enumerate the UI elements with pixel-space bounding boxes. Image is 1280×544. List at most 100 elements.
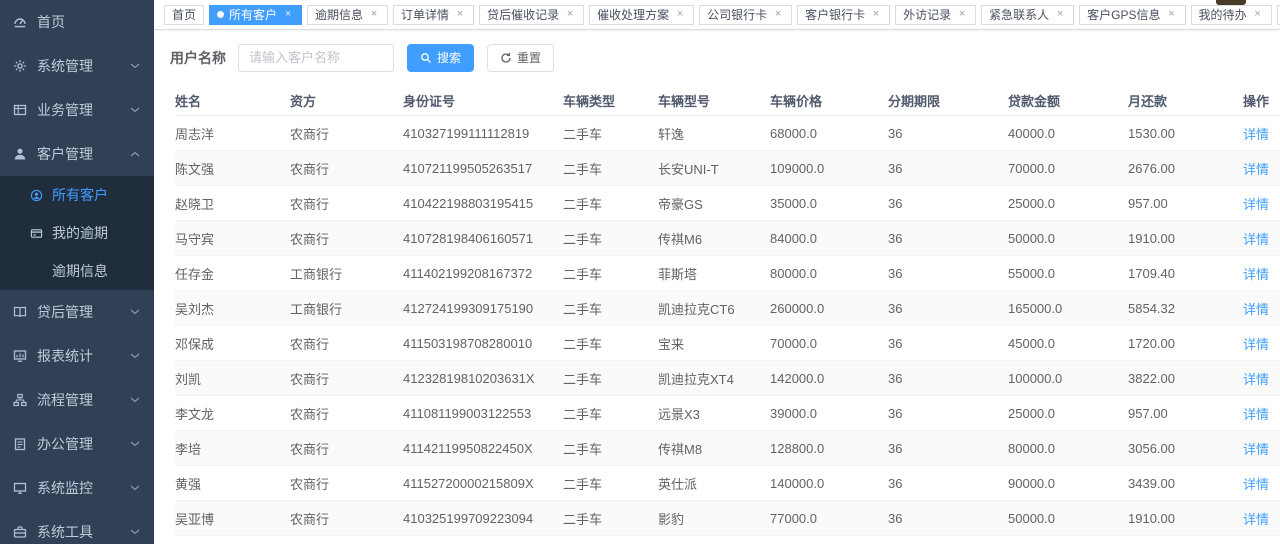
table-cell: 3056.00 [1128, 431, 1243, 466]
sidebar-item[interactable]: 报表统计 [0, 334, 154, 378]
table-cell: 二手车 [563, 431, 658, 466]
table-cell [403, 536, 563, 544]
search-icon [420, 52, 432, 64]
close-icon[interactable]: × [282, 9, 294, 20]
sidebar-item[interactable]: 业务管理 [0, 88, 154, 132]
sidebar-item[interactable]: 流程管理 [0, 378, 154, 422]
tab[interactable]: 逾期信息 × [307, 5, 388, 25]
table-cell: 工商银行 [290, 291, 403, 326]
detail-link[interactable]: 详情 [1243, 442, 1269, 457]
active-dot [217, 11, 224, 18]
sidebar-item-label: 报表统计 [37, 346, 130, 366]
table-cell: 农商行 [290, 221, 403, 256]
table-cell: 二手车 [563, 361, 658, 396]
sidebar-item-label: 办公管理 [37, 434, 130, 454]
close-icon[interactable]: × [564, 9, 576, 20]
close-icon[interactable]: × [1252, 9, 1264, 20]
action-cell: 详情 [1243, 501, 1280, 536]
tab[interactable]: 贷后催收记录 × [479, 5, 584, 25]
table-cell: 410721199505263517 [403, 151, 563, 186]
sidebar-item[interactable]: 客户管理 [0, 132, 154, 176]
detail-link[interactable]: 详情 [1243, 127, 1269, 142]
table-row: 马守宾农商行410728198406160571二手车传祺M684000.036… [175, 221, 1280, 256]
sidebar-item[interactable]: 首页 [0, 0, 154, 44]
sidebar-item[interactable]: 系统监控 [0, 466, 154, 510]
grid-icon [13, 103, 27, 117]
close-icon[interactable]: × [368, 9, 380, 20]
column-header: 资方 [290, 85, 403, 116]
sidebar-item[interactable]: 系统管理 [0, 44, 154, 88]
close-icon[interactable]: × [1166, 9, 1178, 20]
table-cell: 41142119950822450X [403, 431, 563, 466]
sidebar-item[interactable]: 贷后管理 [0, 290, 154, 334]
tab[interactable]: 外访记录× [895, 5, 976, 25]
table-cell: 农商行 [290, 501, 403, 536]
detail-link[interactable]: 详情 [1243, 302, 1269, 317]
table-cell: 凯迪拉克XT4 [658, 361, 770, 396]
sidebar-item[interactable]: 系统工具 [0, 510, 154, 544]
sidebar-submenu-item[interactable]: 我的逾期 [0, 214, 154, 252]
tab[interactable]: 紧急联系人× [981, 5, 1074, 25]
table-cell: 50000.0 [1008, 501, 1128, 536]
table-cell: 英仕派 [658, 466, 770, 501]
detail-link[interactable]: 详情 [1243, 477, 1269, 492]
tab[interactable]: 我的流程× [1277, 5, 1280, 25]
table-cell: 刘凯 [175, 361, 290, 396]
tab[interactable]: 客户GPS信息× [1079, 5, 1185, 25]
close-icon[interactable]: × [454, 9, 466, 20]
tab-label: 贷后催收记录 [487, 6, 559, 23]
user-circle-icon [30, 189, 43, 202]
monitor-icon [13, 481, 27, 495]
table-cell: 36 [888, 151, 1008, 186]
detail-link[interactable]: 详情 [1243, 267, 1269, 282]
detail-link[interactable]: 详情 [1243, 197, 1269, 212]
detail-link[interactable]: 详情 [1243, 407, 1269, 422]
sidebar-submenu-item[interactable]: 逾期信息 [0, 252, 154, 290]
table-row: 李培农商行41142119950822450X二手车传祺M8128800.036… [175, 431, 1280, 466]
detail-link[interactable]: 详情 [1243, 512, 1269, 527]
table-cell: 41232819810203631X [403, 361, 563, 396]
action-cell: 详情 [1243, 466, 1280, 501]
chevron-down-icon [130, 397, 140, 403]
tab[interactable]: 客户银行卡× [797, 5, 890, 25]
search-button[interactable]: 搜索 [407, 44, 474, 72]
table-header: 姓名资方身份证号车辆类型车辆型号车辆价格分期期限贷款金额月还款操作 [175, 85, 1280, 116]
close-icon[interactable]: × [870, 9, 882, 20]
close-icon[interactable]: × [956, 9, 968, 20]
tab[interactable]: 首页 [164, 5, 204, 25]
table-row: 李文龙农商行411081199003122553二手车远景X339000.036… [175, 396, 1280, 431]
chevron-down-icon [130, 529, 140, 535]
table-cell: 农商行 [290, 186, 403, 221]
table-cell: 宝来 [658, 326, 770, 361]
close-icon[interactable]: × [1054, 9, 1066, 20]
table-cell: 36 [888, 396, 1008, 431]
tab[interactable]: 订单详情 × [393, 5, 474, 25]
tab-label: 逾期信息 [315, 6, 363, 23]
close-icon[interactable]: × [674, 9, 686, 20]
table-cell: 36 [888, 291, 1008, 326]
customer-table: 姓名资方身份证号车辆类型车辆型号车辆价格分期期限贷款金额月还款操作 周志洋农商行… [175, 85, 1280, 544]
sidebar-item[interactable]: 办公管理 [0, 422, 154, 466]
table-cell: 1709.40 [1128, 256, 1243, 291]
customer-name-input[interactable] [238, 44, 394, 72]
tab-label: 订单详情 [401, 6, 449, 23]
office-icon [13, 437, 27, 451]
reset-button[interactable]: 重置 [487, 44, 554, 72]
detail-link[interactable]: 详情 [1243, 372, 1269, 387]
tags-view: 首页所有客户×逾期信息×订单详情×贷后催收记录×催收处理方案×公司银行卡×客户银… [154, 0, 1280, 30]
tab[interactable]: 我的待办× [1191, 5, 1272, 25]
tab[interactable]: 公司银行卡× [699, 5, 792, 25]
table-cell: 菲斯塔 [658, 256, 770, 291]
close-icon[interactable]: × [772, 9, 784, 20]
detail-link[interactable]: 详情 [1243, 337, 1269, 352]
tab[interactable]: 催收处理方案× [589, 5, 694, 25]
book-icon [13, 305, 27, 319]
detail-link[interactable]: 详情 [1243, 162, 1269, 177]
tab-active[interactable]: 所有客户× [209, 5, 302, 25]
sidebar-submenu-item[interactable]: 所有客户 [0, 176, 154, 214]
table-cell [888, 536, 1008, 544]
table-cell: 1530.00 [1128, 116, 1243, 151]
detail-link[interactable]: 详情 [1243, 232, 1269, 247]
column-header: 车辆价格 [770, 85, 888, 116]
table-cell: 55000.0 [1008, 256, 1128, 291]
